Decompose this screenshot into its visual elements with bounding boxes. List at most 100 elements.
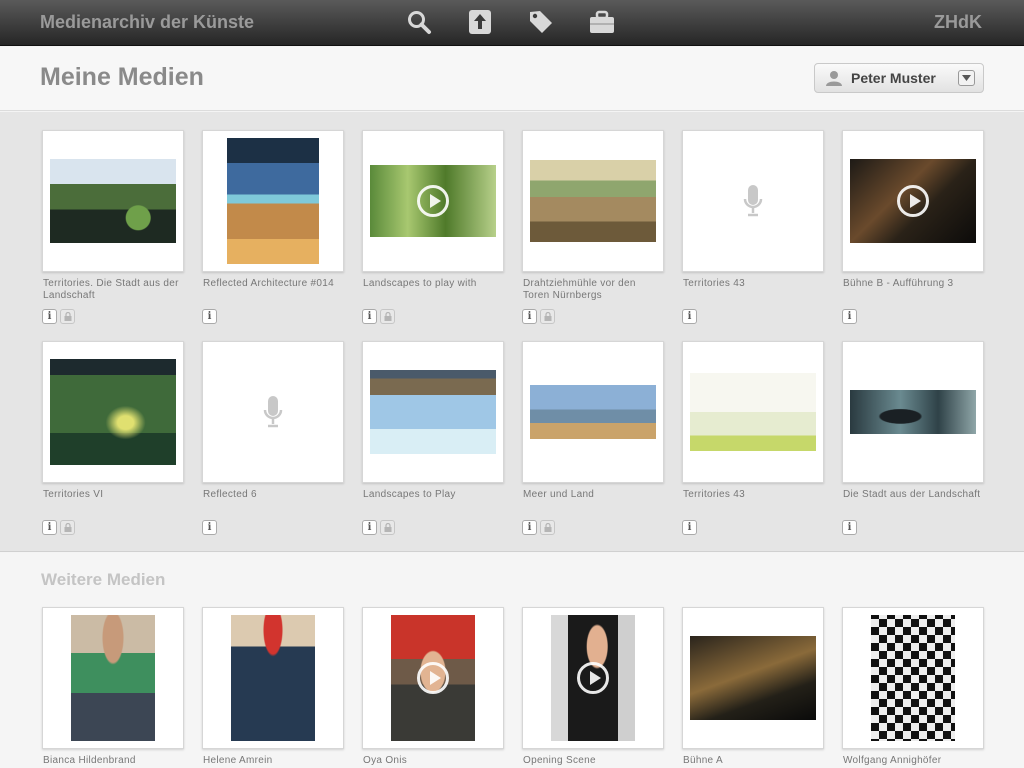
media-tile[interactable]: Oya Onis	[362, 607, 504, 768]
brand-logo[interactable]: ZHdK	[934, 12, 982, 33]
media-caption: Bühne B - Aufführung 3	[843, 278, 954, 289]
user-icon	[826, 71, 842, 86]
media-tile[interactable]: Territories VI i	[42, 341, 184, 535]
media-image	[690, 636, 816, 720]
media-caption: Oya Onis	[363, 755, 408, 766]
info-icon[interactable]: i	[842, 309, 857, 324]
media-thumbnail[interactable]	[682, 130, 824, 272]
play-icon[interactable]	[417, 185, 449, 217]
media-thumbnail[interactable]	[202, 130, 344, 272]
info-icon[interactable]: i	[842, 520, 857, 535]
info-icon[interactable]: i	[522, 309, 537, 324]
info-icon[interactable]: i	[682, 309, 697, 324]
top-bar: Medienarchiv der Künste ZHdK	[0, 0, 1024, 46]
media-tile[interactable]: Wolfgang Annighöfer	[842, 607, 984, 768]
play-icon[interactable]	[897, 185, 929, 217]
media-thumbnail[interactable]	[42, 607, 184, 749]
media-image	[370, 165, 496, 237]
user-menu-button[interactable]: Peter Muster	[814, 63, 984, 93]
info-icon[interactable]: i	[202, 309, 217, 324]
media-caption: Die Stadt aus der Landschaft	[843, 489, 981, 500]
media-image	[871, 615, 955, 741]
info-icon[interactable]: i	[362, 309, 377, 324]
media-image	[551, 615, 635, 741]
microphone-icon	[263, 396, 283, 428]
media-image	[50, 359, 176, 465]
page-title: Meine Medien	[40, 63, 204, 91]
lock-icon	[540, 520, 555, 535]
media-tile[interactable]: Territories 43 i	[682, 130, 824, 324]
chevron-down-icon[interactable]	[958, 70, 975, 86]
media-image	[50, 159, 176, 243]
section-title: Weitere Medien	[41, 570, 166, 589]
media-tile[interactable]: Helene Amrein	[202, 607, 344, 768]
media-thumbnail[interactable]	[522, 341, 664, 483]
media-caption: Bühne A	[683, 755, 723, 766]
media-thumbnail[interactable]	[842, 130, 984, 272]
info-icon[interactable]: i	[42, 520, 57, 535]
media-image	[71, 615, 155, 741]
media-thumbnail[interactable]	[842, 341, 984, 483]
media-tile[interactable]: Opening Scene	[522, 607, 664, 768]
media-thumbnail[interactable]	[362, 607, 504, 749]
media-tile[interactable]: Die Stadt aus der Landschaft i	[842, 341, 984, 535]
media-image	[530, 385, 656, 439]
media-tile[interactable]: Meer und Land i	[522, 341, 664, 535]
media-thumbnail[interactable]	[522, 130, 664, 272]
user-name: Peter Muster	[851, 70, 936, 86]
media-caption: Opening Scene	[523, 755, 596, 766]
media-image	[850, 159, 976, 243]
info-icon[interactable]: i	[362, 520, 377, 535]
info-icon[interactable]: i	[202, 520, 217, 535]
media-caption: Territories 43	[683, 278, 745, 289]
info-icon[interactable]: i	[682, 520, 697, 535]
media-tile[interactable]: Bianca Hildenbrand	[42, 607, 184, 768]
media-image	[370, 370, 496, 454]
upload-icon[interactable]	[466, 8, 494, 36]
briefcase-icon[interactable]	[588, 8, 616, 36]
media-thumbnail[interactable]	[682, 607, 824, 749]
media-image	[690, 373, 816, 451]
media-tile[interactable]: Bühne A	[682, 607, 824, 768]
media-tile[interactable]: Bühne B - Aufführung 3 i	[842, 130, 984, 324]
search-icon[interactable]	[405, 8, 433, 36]
media-caption: Territories VI	[43, 489, 104, 500]
media-thumbnail[interactable]	[682, 341, 824, 483]
media-tile[interactable]: Reflected 6 i	[202, 341, 344, 535]
play-icon[interactable]	[417, 662, 449, 694]
info-icon[interactable]: i	[42, 309, 57, 324]
info-icon[interactable]: i	[522, 520, 537, 535]
app-title[interactable]: Medienarchiv der Künste	[40, 12, 254, 33]
media-caption: Territories. Die Stadt aus der Landschaf…	[43, 278, 179, 301]
media-thumbnail[interactable]	[202, 341, 344, 483]
media-thumbnail[interactable]	[362, 341, 504, 483]
media-caption: Reflected Architecture #014	[203, 278, 334, 289]
media-caption: Landscapes to Play	[363, 489, 456, 500]
media-thumbnail[interactable]	[202, 607, 344, 749]
media-tile[interactable]: Landscapes to play with i	[362, 130, 504, 324]
media-thumbnail[interactable]	[362, 130, 504, 272]
media-caption: Bianca Hildenbrand	[43, 755, 136, 766]
media-thumbnail[interactable]	[522, 607, 664, 749]
media-caption: Territories 43	[683, 489, 745, 500]
further-media-section: Weitere Medien Bianca Hildenbrand Helene…	[0, 553, 1024, 768]
media-tile[interactable]: Territories. Die Stadt aus der Landschaf…	[42, 130, 184, 324]
media-image	[850, 390, 976, 434]
page-header: Meine Medien Peter Muster	[0, 47, 1024, 111]
media-image	[530, 160, 656, 242]
media-thumbnail[interactable]	[842, 607, 984, 749]
media-image	[391, 615, 475, 741]
media-tile[interactable]: Drahtziehmühle vor den Toren Nürnbergs i	[522, 130, 664, 324]
media-tile[interactable]: Reflected Architecture #014 i	[202, 130, 344, 324]
media-caption: Landscapes to play with	[363, 278, 477, 289]
media-tile[interactable]: Territories 43 i	[682, 341, 824, 535]
play-icon[interactable]	[577, 662, 609, 694]
media-image	[227, 138, 319, 264]
lock-icon	[540, 309, 555, 324]
media-thumbnail[interactable]	[42, 130, 184, 272]
media-thumbnail[interactable]	[42, 341, 184, 483]
media-caption: Wolfgang Annighöfer	[843, 755, 942, 766]
media-caption: Reflected 6	[203, 489, 257, 500]
tag-icon[interactable]	[527, 8, 555, 36]
media-tile[interactable]: Landscapes to Play i	[362, 341, 504, 535]
